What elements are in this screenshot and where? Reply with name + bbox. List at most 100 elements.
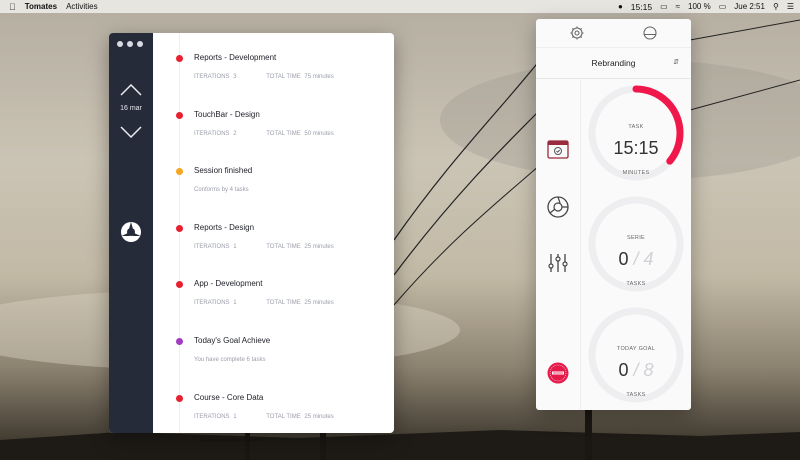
battery-icon[interactable]: ▭ (719, 2, 727, 11)
current-date: 16 mar (120, 105, 142, 112)
serie-separator: / (628, 249, 644, 269)
iterations-label: ITERATIONS (194, 130, 230, 137)
goal-label: TODAY GOAL (616, 346, 656, 352)
close-dot[interactable] (117, 41, 123, 47)
iterations-label: ITERATIONS (194, 300, 230, 307)
iterations-value: 3 (233, 74, 237, 80)
iterations-label: ITERATIONS (194, 243, 230, 250)
project-name: Rebranding (591, 58, 636, 68)
total-time-label: TOTAL TIME (266, 130, 301, 137)
popover-sidebar (536, 78, 581, 410)
status-dot-icon (176, 338, 183, 345)
sliders-icon[interactable] (546, 251, 570, 275)
total-time-label: TOTAL TIME (266, 413, 301, 420)
timeline-entry[interactable]: Reports - Design ITERATIONS 1 TOTAL TIME … (153, 207, 394, 257)
serie-progress-ring (588, 196, 684, 292)
iterations-value: 1 (233, 300, 237, 307)
entry-title: Course - Core Data (194, 392, 264, 402)
status-dot-icon (176, 55, 183, 62)
total-time-value: 50 minutes (304, 130, 334, 137)
goal-value: 0 (618, 360, 629, 380)
app-logo-icon (121, 222, 141, 242)
battery-percent: 100 % (688, 2, 711, 11)
task-time: 15:15 (613, 138, 659, 158)
app-menu-name[interactable]: Tomates (25, 2, 57, 11)
entry-title: Today's Goal Achieve (194, 336, 271, 345)
entry-meta: ITERATIONS 1 TOTAL TIME 25 minutes (194, 300, 336, 306)
zoom-dot[interactable] (137, 41, 143, 47)
power-icon[interactable] (642, 25, 658, 41)
timer-popover: Rebranding ⇵ TASK 15:15 MINUTES SERIE 0 … (536, 19, 691, 410)
entry-meta: You have complete 6 tasks (194, 357, 268, 363)
iterations-value: 1 (233, 413, 237, 420)
entry-note: Conforms by 4 tasks (194, 187, 249, 194)
chevron-up-icon[interactable] (120, 84, 142, 96)
apple-menu-icon[interactable]:  (9, 2, 16, 12)
entry-note: You have complete 6 tasks (194, 357, 266, 363)
status-dot-icon (176, 394, 183, 402)
entry-title: TouchBar - Design (194, 109, 260, 119)
serie-unit: TASKS (626, 281, 646, 287)
settings-gear-icon[interactable] (569, 25, 585, 41)
task-progress-ring (588, 85, 684, 181)
task-timer-ring: TASK 15:15 MINUTES (585, 82, 687, 184)
timeline-entry[interactable]: Course - Core Data ITERATIONS 1 TOTAL TIM… (153, 377, 394, 427)
task-unit: MINUTES (622, 170, 650, 176)
serie-total: 4 (643, 249, 654, 269)
timeline-entry[interactable]: App - Development ITERATIONS 1 TOTAL TIME… (153, 263, 394, 313)
airplay-icon[interactable]: ▭ (660, 2, 668, 11)
status-dot-icon (176, 281, 183, 289)
serie-label: SERIE (626, 235, 645, 241)
timeline-entry[interactable]: Today's Goal Achieve You have complete 6 … (153, 320, 394, 370)
task-label: TASK (628, 124, 644, 130)
clock[interactable]: Jue 2:51 (734, 2, 765, 11)
entry-title: Session finished (194, 166, 253, 176)
entry-meta: ITERATIONS 3 TOTAL TIME 75 minutes (194, 74, 336, 80)
notification-center-icon[interactable]: ☰ (787, 2, 794, 11)
status-timer[interactable]: 15:15 (631, 2, 652, 12)
total-time-label: TOTAL TIME (266, 243, 301, 250)
timeline-entry[interactable]: Reports - Development ITERATIONS 3 TOTAL … (153, 37, 394, 87)
total-time-label: TOTAL TIME (266, 300, 301, 307)
entry-title: App - Development (194, 279, 263, 289)
task-card-icon[interactable] (546, 137, 570, 161)
entry-meta: ITERATIONS 2 TOTAL TIME 50 minutes (194, 131, 336, 137)
aperture-icon[interactable] (546, 195, 570, 219)
chevron-updown-icon: ⇵ (673, 59, 679, 66)
status-dot-icon (176, 224, 183, 232)
timeline-entry[interactable]: TouchBar - Design ITERATIONS 2 TOTAL TIME… (153, 94, 394, 144)
menu-activities[interactable]: Activities (66, 2, 98, 11)
iterations-label: ITERATIONS (194, 74, 230, 80)
total-time-value: 25 minutes (304, 243, 334, 250)
total-time-value: 25 minutes (304, 413, 334, 420)
serie-ring: SERIE 0 / 4 TASKS (585, 193, 687, 295)
premium-badge-icon[interactable] (546, 361, 570, 385)
minimize-dot[interactable] (127, 41, 133, 47)
activity-timeline: Reports - Development ITERATIONS 3 TOTAL … (153, 33, 394, 433)
total-time-value: 75 minutes (304, 74, 334, 80)
goal-unit: TASKS (626, 392, 646, 398)
timeline-window: 16 mar Reports - Development ITERATIONS 3… (109, 33, 394, 433)
status-dot-icon (176, 168, 183, 176)
serie-count: 0 / 4 (585, 249, 687, 270)
wifi-icon[interactable]: ≈ (676, 2, 680, 11)
entry-meta: ITERATIONS 1 TOTAL TIME 25 minutes (194, 244, 336, 250)
spotlight-icon[interactable]: ⚲ (773, 2, 779, 11)
goal-count: 0 / 8 (585, 360, 687, 381)
iterations-value: 1 (233, 243, 237, 250)
today-goal-ring: TODAY GOAL 0 / 8 TASKS (585, 304, 687, 406)
timeline-entry[interactable]: Session finished Conforms by 4 tasks (153, 150, 394, 200)
total-time-value: 25 minutes (304, 300, 334, 307)
serie-value: 0 (618, 249, 629, 269)
chevron-down-icon[interactable] (120, 126, 142, 138)
status-dot-icon (176, 111, 183, 119)
project-selector[interactable]: Rebranding ⇵ (536, 47, 691, 79)
tomato-status-icon[interactable]: ● (618, 2, 623, 11)
popover-toolbar (536, 19, 691, 47)
iterations-label: ITERATIONS (194, 413, 230, 420)
popover-stats: TASK 15:15 MINUTES SERIE 0 / 4 TASKS TOD… (581, 78, 691, 410)
goal-progress-ring (588, 307, 684, 403)
menu-bar:  Tomates Activities ● 15:15 ▭ ≈ 100 % ▭… (0, 0, 800, 13)
entry-meta: ITERATIONS 1 TOTAL TIME 25 minutes (194, 414, 336, 420)
entry-meta: Conforms by 4 tasks (194, 187, 251, 193)
